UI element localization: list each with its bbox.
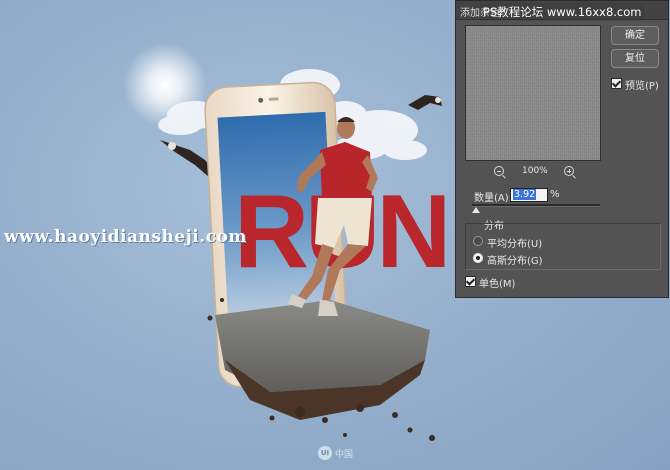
uniform-radio[interactable]: [473, 236, 483, 246]
eagle-right: [408, 95, 442, 110]
run-headline: RUN: [234, 174, 451, 290]
left-watermark: www.haoyidiansheji.com: [4, 227, 247, 247]
bottom-logo-text: 中国: [335, 449, 354, 460]
site-watermark: PS教程论坛 www.16xx8.com: [480, 3, 645, 21]
ok-button[interactable]: 确定: [611, 26, 659, 45]
ui-logo-icon: UI: [318, 446, 332, 460]
gaussian-label: 高斯分布(G): [487, 256, 543, 267]
preview-label: 预览(P): [625, 81, 659, 92]
add-noise-dialog: 添加杂色 确定 复位 预览(P) 100% 数量(A): 3.92 % 分布 平…: [455, 0, 669, 298]
amount-value: 3.92: [513, 189, 537, 200]
amount-slider-thumb[interactable]: [472, 207, 480, 213]
reset-button[interactable]: 复位: [611, 49, 659, 68]
monochromatic-checkbox[interactable]: [465, 276, 476, 287]
uniform-label: 平均分布(U): [487, 239, 543, 250]
preview-checkbox[interactable]: [611, 78, 622, 89]
zoom-in-icon[interactable]: [564, 166, 574, 176]
zoom-level: 100%: [522, 166, 548, 176]
amount-label: 数量(A):: [474, 193, 513, 204]
monochromatic-label: 单色(M): [479, 279, 516, 290]
amount-unit: %: [550, 189, 560, 200]
gaussian-radio[interactable]: [473, 253, 483, 263]
zoom-out-icon[interactable]: [494, 166, 504, 176]
rock-platform: [207, 298, 435, 441]
noise-preview[interactable]: [465, 25, 601, 161]
amount-input[interactable]: 3.92: [510, 188, 548, 202]
bottom-logo: UI 中国: [318, 446, 353, 460]
amount-slider-track[interactable]: [472, 204, 600, 207]
